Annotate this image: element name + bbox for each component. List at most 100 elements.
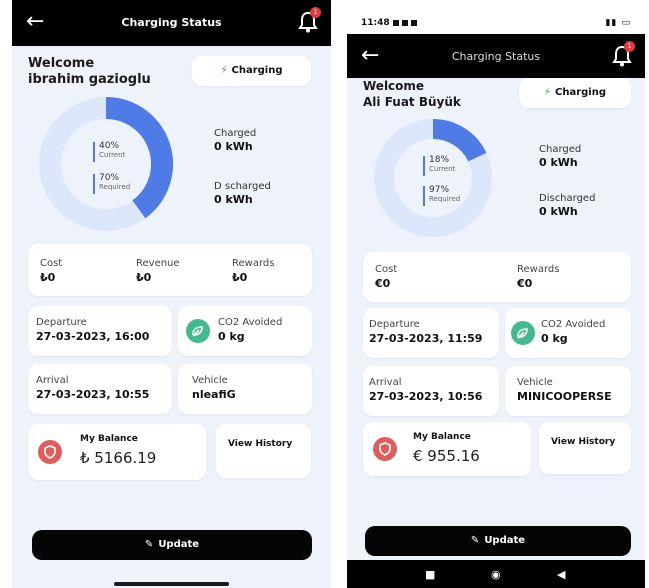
vehicle-value: nleafiG [192, 388, 236, 401]
charged-label: Charged [214, 128, 257, 139]
arrival-value: 27-03-2023, 10:55 [36, 388, 150, 401]
home-circle-icon[interactable]: ◉ [491, 568, 501, 581]
leaf-icon [186, 319, 210, 343]
vehicle-label: Vehicle [192, 375, 228, 386]
view-history-button[interactable]: View History [539, 422, 631, 474]
donut-current-arc [432, 119, 487, 162]
welcome-text: Welcome Ali Fuat Büyük [363, 78, 461, 110]
cost-value: ₺0 [40, 271, 56, 284]
signal-battery-icons: ▮▮ ▭ [605, 18, 631, 28]
discharged-label: Discharged [539, 193, 596, 204]
balance-card: My Balance ₺ 5166.19 [28, 424, 206, 480]
required-label: Required [99, 183, 131, 191]
page-title: Charging Status [121, 16, 222, 29]
page-title: Charging Status [451, 50, 541, 63]
departure-value: 27-03-2023, 16:00 [36, 330, 150, 343]
charged-stat: Charged 0 kWh [539, 144, 581, 169]
wallet-shield-icon [38, 440, 62, 464]
welcome-text: Welcome ibrahim gazioglu [28, 56, 151, 88]
finance-card: Cost ₺0 Revenue ₺0 Rewards ₺0 [28, 244, 312, 296]
vehicle-card: Vehicle MINICOOPERSE [505, 366, 631, 416]
cost-value: €0 [375, 277, 391, 290]
notification-icon [401, 19, 408, 26]
arrival-card: Arrival 27-03-2023, 10:56 [363, 366, 499, 416]
screenshot-stage: ← Charging Status 1 Welcome ibrahim gazi… [0, 0, 649, 588]
rewards-label: Rewards [232, 258, 275, 269]
current-indicator: 40% Current [93, 141, 126, 162]
rewards-label: Rewards [517, 264, 560, 275]
charge-donut-chart [374, 119, 492, 237]
current-label: Current [429, 165, 456, 173]
balance-label: My Balance [413, 432, 471, 442]
edit-icon: ✎ [144, 539, 154, 550]
notification-icon [410, 19, 417, 26]
balance-value: € 955.16 [413, 447, 480, 465]
charged-stat: Charged 0 kWh [214, 128, 256, 153]
leaf-icon [511, 321, 535, 345]
required-label: Required [429, 195, 461, 203]
view-history-label: View History [551, 437, 616, 447]
charged-value: 0 kWh [539, 156, 578, 169]
status-pill-label: Charging [555, 87, 607, 98]
lightning-icon: ⚡ [543, 87, 551, 98]
arrival-value: 27-03-2023, 10:56 [369, 390, 483, 403]
departure-card: Departure 27-03-2023, 16:00 [28, 306, 172, 356]
charged-value: 0 kWh [214, 140, 253, 153]
charge-donut-chart [39, 97, 173, 231]
cost-cell: Cost €0 [375, 264, 397, 290]
charging-status-pill[interactable]: ⚡ Charging [192, 56, 311, 86]
departure-label: Departure [36, 317, 87, 328]
charged-label: Charged [539, 144, 582, 155]
rewards-cell: Rewards €0 [517, 264, 559, 290]
back-triangle-icon[interactable]: ◀ [557, 568, 565, 581]
current-indicator: 18% Current [423, 155, 456, 176]
co2-label: CO2 Avoided [218, 317, 283, 328]
app-header: ← Charging Status 1 [12, 0, 331, 46]
discharged-stat: Discharged 0 kWh [539, 193, 595, 218]
departure-card: Departure 27-03-2023, 11:59 [363, 308, 499, 358]
arrival-label: Arrival [369, 377, 402, 388]
notification-bell-icon[interactable]: 1 [611, 41, 635, 68]
update-button[interactable]: ✎ Update [365, 526, 631, 556]
departure-value: 27-03-2023, 11:59 [369, 332, 483, 345]
required-percent: 97% [429, 185, 450, 195]
revenue-label: Revenue [136, 258, 180, 269]
notification-badge: 1 [310, 7, 321, 18]
discharged-label: D scharged [214, 181, 271, 192]
balance-card: My Balance € 955.16 [363, 422, 531, 476]
welcome-label: Welcome [363, 79, 425, 93]
revenue-value: ₺0 [136, 271, 152, 284]
co2-value: 0 kg [541, 332, 568, 345]
update-button[interactable]: ✎ Update [32, 530, 312, 560]
current-label: Current [99, 151, 126, 159]
status-pill-label: Charging [231, 65, 283, 76]
co2-card: CO2 Avoided 0 kg [505, 308, 631, 358]
view-history-button[interactable]: View History [216, 424, 311, 478]
home-indicator[interactable] [114, 582, 229, 586]
recents-square-icon[interactable]: ■ [425, 568, 435, 581]
cost-cell: Cost ₺0 [40, 258, 62, 284]
balance-value: ₺ 5166.19 [80, 449, 157, 467]
charging-status-pill[interactable]: ⚡ Charging [519, 78, 631, 108]
required-percent: 70% [99, 173, 120, 183]
app-header: ← Charging Status 1 [347, 34, 645, 78]
notification-bell-icon[interactable]: 1 [297, 7, 321, 34]
notification-icon [392, 19, 399, 26]
system-status-bar: 11:48 ▮▮ ▭ [347, 12, 645, 34]
arrival-label: Arrival [36, 375, 69, 386]
co2-card: CO2 Avoided 0 kg [178, 306, 312, 356]
arrival-card: Arrival 27-03-2023, 10:55 [28, 364, 172, 414]
cost-label: Cost [375, 264, 398, 275]
departure-label: Departure [369, 319, 420, 330]
rewards-value: ₺0 [232, 271, 248, 284]
left-phone-screen: ← Charging Status 1 Welcome ibrahim gazi… [12, 0, 331, 588]
co2-label: CO2 Avoided [541, 319, 606, 330]
balance-label: My Balance [80, 434, 138, 444]
rewards-cell: Rewards ₺0 [232, 258, 274, 284]
discharged-value: 0 kWh [214, 193, 253, 206]
lightning-icon: ⚡ [220, 65, 228, 76]
update-label: Update [484, 535, 526, 546]
discharged-value: 0 kWh [539, 205, 578, 218]
finance-card: Cost €0 Rewards €0 [363, 252, 631, 302]
discharged-stat: D scharged 0 kWh [214, 181, 271, 206]
